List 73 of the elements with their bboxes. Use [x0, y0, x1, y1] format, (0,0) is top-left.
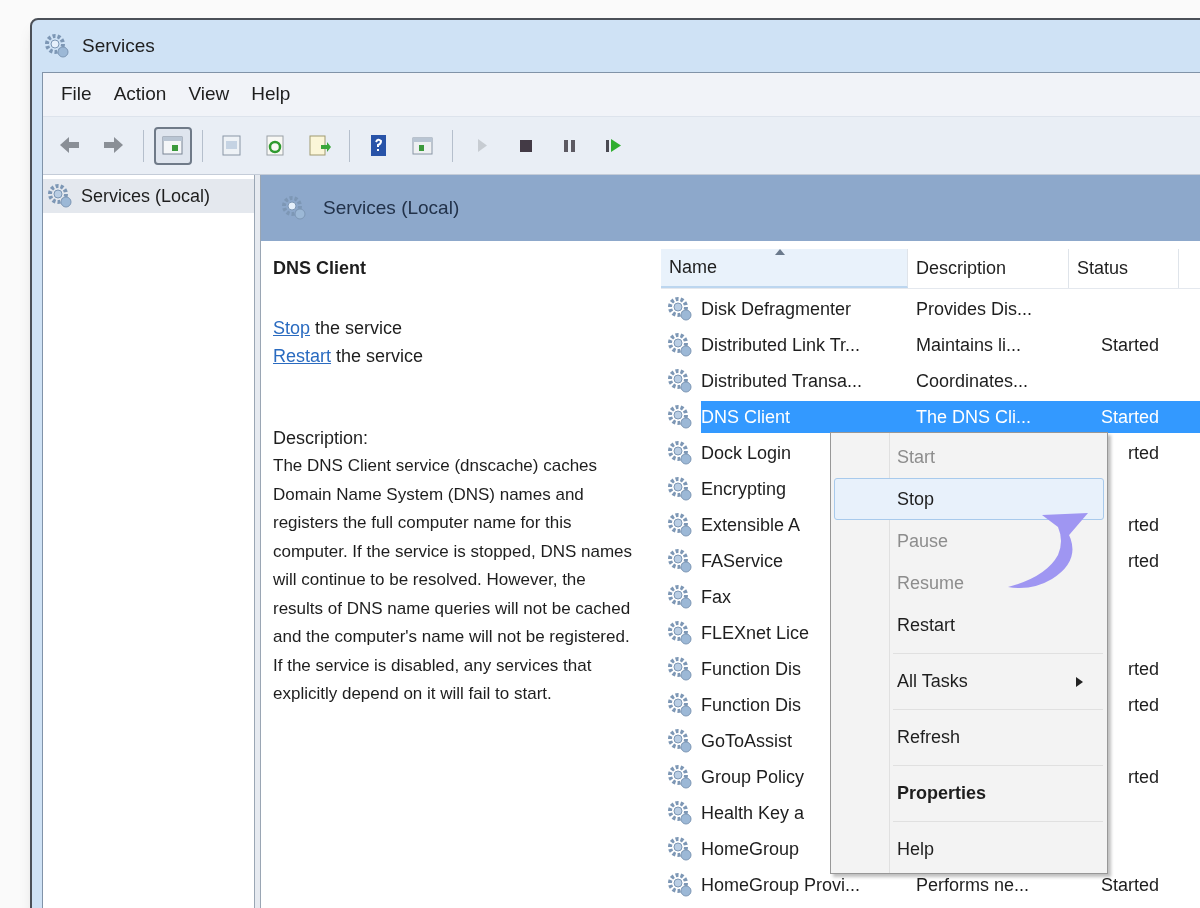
- table-row[interactable]: Disk Defragmenter Provides Dis...: [701, 293, 1200, 325]
- table-row[interactable]: Distributed Link Tr... Maintains li... Started: [701, 329, 1200, 361]
- action-link[interactable]: Restart: [273, 346, 332, 366]
- table-cell: Coordinates...: [916, 370, 1029, 391]
- description-label: Description:: [273, 427, 370, 450]
- pane-title: Services (Local): [323, 195, 460, 220]
- table-cell: Health Key a: [701, 802, 805, 823]
- menu-item[interactable]: File: [61, 80, 92, 109]
- window-pane-icon[interactable]: [154, 126, 192, 165]
- table-cell: Distributed Transa...: [701, 370, 863, 391]
- gear-icon: [667, 872, 693, 898]
- table-cell: rted: [1127, 514, 1159, 535]
- action-link[interactable]: Stop: [273, 318, 311, 338]
- gear-icon: [667, 656, 693, 682]
- column-header[interactable]: Description: [908, 249, 1069, 288]
- context-menu-item[interactable]: Help: [834, 828, 1104, 870]
- menu-item[interactable]: View: [188, 80, 230, 109]
- service-name: DNS Client: [273, 257, 367, 280]
- gear-icon: [667, 548, 693, 574]
- table-cell: Performs ne...: [916, 874, 1030, 895]
- table-cell: Started: [1100, 874, 1159, 895]
- gear-icon: [667, 404, 693, 430]
- action-line: Restart the service: [273, 345, 425, 368]
- table-cell: Started: [1100, 406, 1159, 427]
- table-cell: FAService: [701, 550, 784, 571]
- table-cell: Provides Dis...: [916, 298, 1033, 319]
- context-menu-item[interactable]: Stop: [834, 478, 1104, 520]
- gear-icon: [667, 296, 693, 322]
- context-menu-item[interactable]: All Tasks: [834, 660, 1104, 702]
- table-cell: rted: [1127, 766, 1159, 787]
- column-header[interactable]: Name: [661, 249, 908, 288]
- table-row[interactable]: Distributed Transa... Coordinates...: [701, 365, 1200, 397]
- gear-icon: [667, 476, 693, 502]
- context-menu-item[interactable]: Restart: [834, 604, 1104, 646]
- window-title: Services: [82, 33, 155, 58]
- table-cell: Maintains li...: [916, 334, 1022, 355]
- gear-icon: [667, 692, 693, 718]
- menu-item[interactable]: Help: [251, 80, 291, 109]
- gear-icon: [47, 183, 73, 209]
- table-cell: The DNS Cli...: [916, 406, 1032, 427]
- action-line: Stop the service: [273, 317, 404, 340]
- gear-icon: [667, 332, 693, 358]
- table-cell: rted: [1127, 694, 1159, 715]
- table-cell: rted: [1127, 550, 1159, 571]
- gear-icon: [667, 764, 693, 790]
- table-cell: Function Dis: [701, 658, 802, 679]
- table-cell: rted: [1127, 658, 1159, 679]
- gear-icon: [667, 512, 693, 538]
- gear-icon: [281, 195, 307, 221]
- submenu-arrow-icon: [1076, 677, 1083, 687]
- table-cell: Disk Defragmenter: [701, 298, 852, 319]
- table-cell: Extensible A: [701, 514, 801, 535]
- tree-item[interactable]: Services (Local): [43, 179, 254, 213]
- gear-icon: [667, 620, 693, 646]
- context-menu-item[interactable]: Refresh: [834, 716, 1104, 758]
- gear-icon: [667, 800, 693, 826]
- description-text: The DNS Client service (dnscache) caches Domain Name System (DNS) names and registers the full computer name for this computer. If the service is stopped, DNS names will continue to be resolved. However, the results of DNS name queries will not be cached and the computer's name will not be registered. If the service is disabled, any services that explicitly depend on it will fail to start.: [273, 455, 634, 705]
- table-cell: Started: [1100, 334, 1159, 355]
- gear-icon: [667, 728, 693, 754]
- sort-arrow-icon: [775, 249, 785, 255]
- gear-icon: [44, 33, 70, 59]
- gear-icon: [667, 584, 693, 610]
- table-cell: Group Policy: [701, 766, 805, 787]
- context-menu-item[interactable]: Properties: [834, 772, 1104, 814]
- table-cell: Function Dis: [701, 694, 802, 715]
- table-cell: HomeGroup Provi...: [701, 874, 861, 895]
- gear-icon: [667, 836, 693, 862]
- table-cell: Distributed Link Tr...: [701, 334, 861, 355]
- table-cell: DNS Client: [701, 406, 791, 427]
- column-header[interactable]: Status: [1069, 249, 1179, 288]
- menu-item[interactable]: Action: [113, 80, 167, 109]
- gear-icon: [667, 440, 693, 466]
- gear-icon: [667, 368, 693, 394]
